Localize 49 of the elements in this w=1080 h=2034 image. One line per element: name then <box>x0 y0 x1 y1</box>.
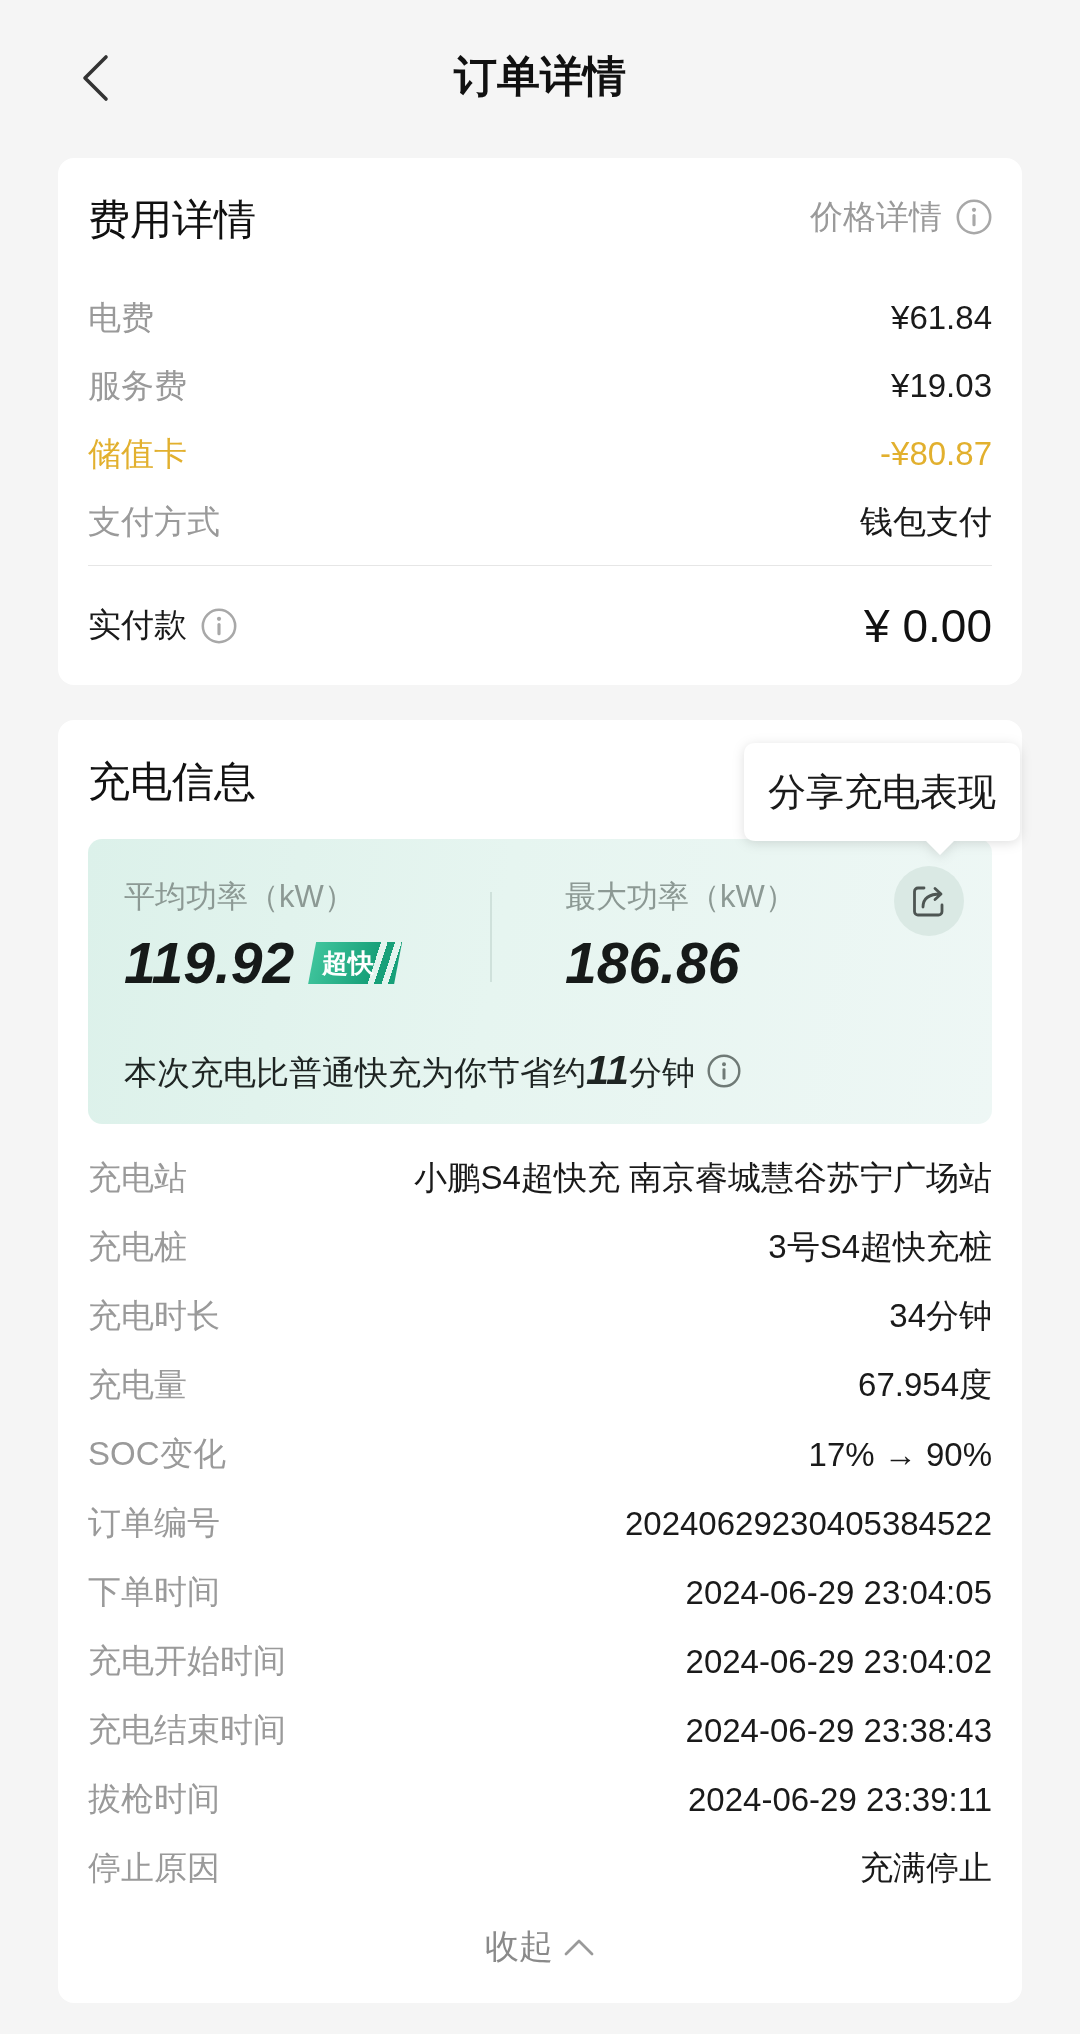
collapse-button[interactable]: 收起 <box>485 1924 595 1970</box>
detail-label: 拔枪时间 <box>88 1779 220 1819</box>
caret-up-icon[interactable] <box>563 1937 595 1957</box>
page-title: 订单详情 <box>454 51 626 103</box>
detail-value: 20240629230405384522 <box>624 1504 992 1543</box>
stat-label: 平均功率（kW） <box>124 878 356 916</box>
detail-label: 充电量 <box>88 1365 187 1405</box>
savings-note: 本次充电比普通快充为你节省约11分钟 <box>124 1047 695 1095</box>
detail-value: 2024-06-29 23:39:11 <box>688 1780 992 1819</box>
stat-value: 119.92 <box>124 930 295 996</box>
back-icon[interactable] <box>80 54 110 102</box>
detail-label: 充电开始时间 <box>88 1641 286 1681</box>
share-icon[interactable] <box>894 866 964 936</box>
info-icon[interactable] <box>956 199 992 235</box>
detail-value: 2024-06-29 23:04:05 <box>685 1573 992 1612</box>
detail-label: 充电时长 <box>88 1296 220 1336</box>
fee-label: 服务费 <box>88 365 187 406</box>
detail-value: 充满停止 <box>860 1848 992 1888</box>
detail-value: 2024-06-29 23:38:43 <box>685 1711 992 1750</box>
total-label: 实付款 <box>88 605 187 645</box>
stat-value: 186.86 <box>565 930 740 996</box>
fee-value: ¥61.84 <box>891 299 992 337</box>
detail-value: 67.954度 <box>858 1365 992 1405</box>
detail-value: 17% → 90% <box>808 1435 992 1474</box>
detail-value: 34分钟 <box>889 1296 992 1336</box>
detail-label: SOC变化 <box>88 1434 226 1474</box>
fee-value: 钱包支付 <box>860 501 992 542</box>
card-title: 费用详情 <box>88 194 256 245</box>
info-icon[interactable] <box>201 607 237 644</box>
price-details-link[interactable]: 价格详情 <box>810 194 992 240</box>
detail-label: 下单时间 <box>88 1572 220 1612</box>
fee-label: 储值卡 <box>88 433 187 474</box>
detail-value: 2024-06-29 23:04:02 <box>685 1642 992 1681</box>
info-icon[interactable] <box>706 1054 741 1088</box>
total-amount: ¥ 0.00 <box>864 598 992 653</box>
fee-value: ¥19.03 <box>891 367 992 405</box>
fee-label: 电费 <box>88 297 154 338</box>
detail-label: 充电站 <box>88 1158 187 1198</box>
fee-label: 支付方式 <box>88 501 220 542</box>
detail-label: 充电结束时间 <box>88 1710 286 1750</box>
detail-label: 停止原因 <box>88 1848 220 1888</box>
detail-label: 订单编号 <box>88 1503 220 1543</box>
detail-value: 小鹏S4超快充 南京睿城慧谷苏宁广场站 <box>414 1158 992 1198</box>
fee-value: -¥80.87 <box>880 435 992 473</box>
card-title: 充电信息 <box>88 756 256 807</box>
stat-label: 最大功率（kW） <box>565 878 796 916</box>
detail-label: 充电桩 <box>88 1227 187 1267</box>
detail-value: 3号S4超快充桩 <box>768 1227 992 1267</box>
speed-badge: 超快 <box>308 942 403 984</box>
